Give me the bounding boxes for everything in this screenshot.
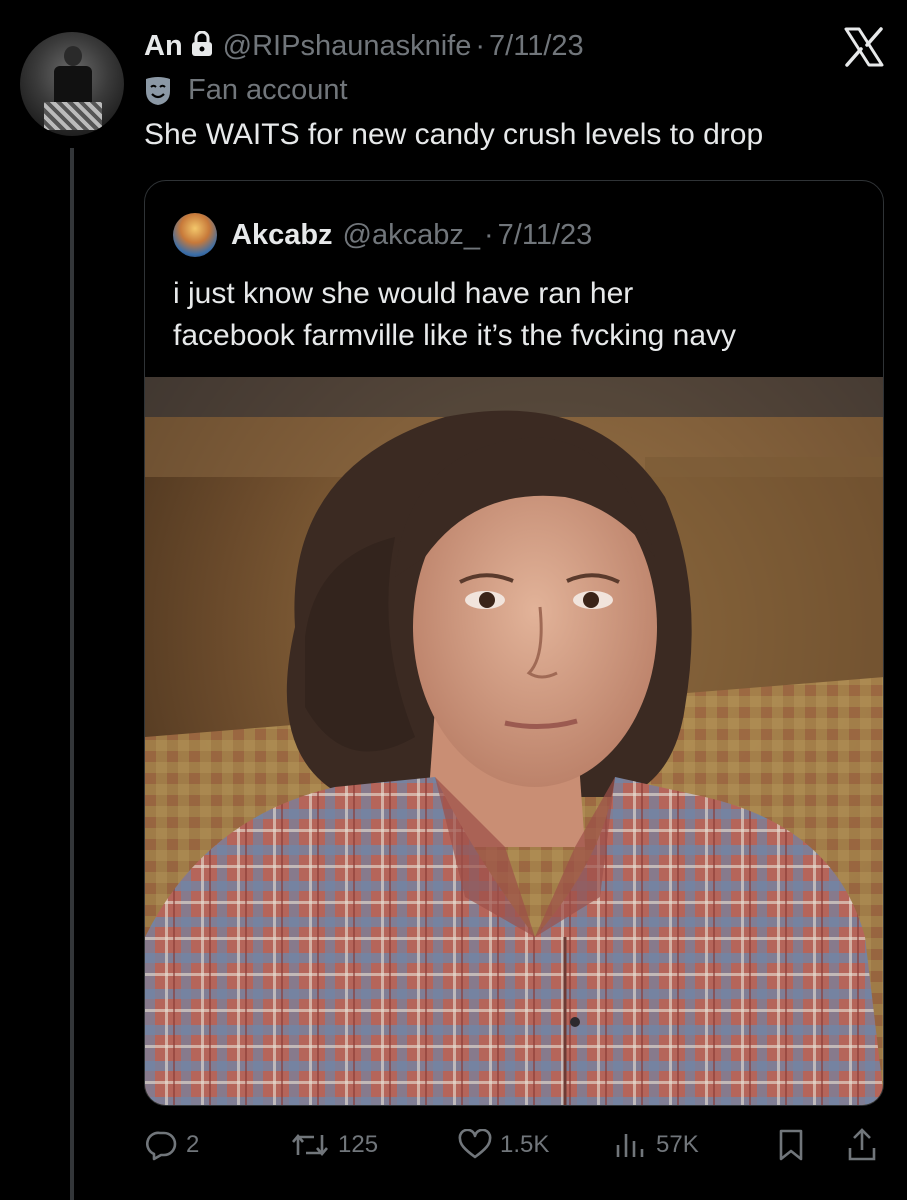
- quoted-text: i just know she would have ran her faceb…: [173, 273, 736, 357]
- share-icon: [846, 1128, 878, 1162]
- quoted-header: Akcabz @akcabz_ · 7/11/23: [173, 211, 592, 259]
- retweet-icon: [290, 1129, 330, 1161]
- reply-count: 2: [186, 1131, 200, 1158]
- retweet-button[interactable]: 125: [290, 1122, 378, 1168]
- tweet-text: She WAITS for new candy crush levels to …: [144, 118, 764, 151]
- separator-dot: ·: [475, 29, 486, 62]
- reply-icon: [146, 1129, 178, 1161]
- reply-button[interactable]: 2: [146, 1122, 199, 1168]
- action-bar: 2 125 1.5K 57K: [146, 1122, 886, 1168]
- thread-line: [70, 148, 74, 1200]
- share-button[interactable]: [846, 1122, 878, 1168]
- bookmark-icon: [776, 1128, 806, 1162]
- account-label: Fan account: [144, 74, 348, 107]
- separator-dot: ·: [484, 218, 494, 251]
- views-button[interactable]: 57K: [614, 1122, 699, 1168]
- like-count: 1.5K: [500, 1131, 550, 1158]
- author-handle[interactable]: @RIPshaunasknife: [223, 30, 472, 63]
- author-avatar[interactable]: [20, 32, 124, 136]
- mask-icon: [144, 76, 172, 106]
- retweet-count: 125: [338, 1131, 379, 1158]
- views-icon: [614, 1129, 648, 1161]
- x-logo-icon[interactable]: [843, 26, 885, 68]
- quoted-date[interactable]: 7/11/23: [498, 219, 593, 252]
- quoted-text-line: facebook farmville like it’s the fvcking…: [173, 319, 737, 352]
- quoted-text-line: i just know she would have ran her: [173, 277, 634, 310]
- author-name[interactable]: An: [144, 30, 183, 63]
- quoted-photo[interactable]: [145, 377, 883, 1105]
- views-count: 57K: [656, 1131, 699, 1158]
- account-label-text: Fan account: [188, 74, 348, 106]
- quoted-author-name[interactable]: Akcabz: [231, 219, 333, 252]
- quoted-tweet[interactable]: Akcabz @akcabz_ · 7/11/23 i just know sh…: [144, 180, 884, 1106]
- quoted-handle[interactable]: @akcabz_: [343, 219, 480, 252]
- tweet-date[interactable]: 7/11/23: [489, 30, 584, 63]
- lock-icon: [191, 30, 213, 62]
- like-button[interactable]: 1.5K: [458, 1122, 549, 1168]
- bookmark-button[interactable]: [776, 1122, 806, 1168]
- tweet-header: An @RIPshaunasknife · 7/11/23: [144, 24, 584, 68]
- like-icon: [458, 1129, 492, 1161]
- quoted-avatar[interactable]: [173, 213, 217, 257]
